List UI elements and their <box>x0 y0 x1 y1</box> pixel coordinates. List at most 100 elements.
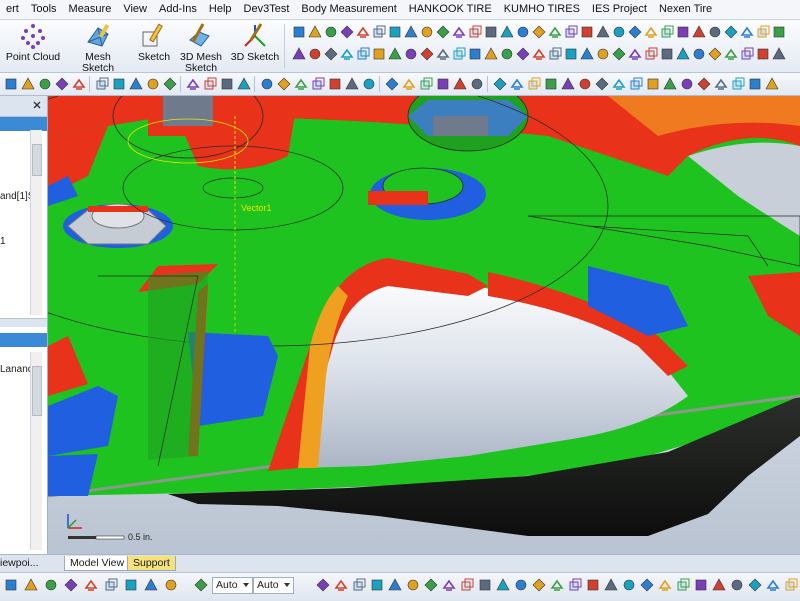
ribbon-tool-icon[interactable] <box>404 25 419 40</box>
status-tool-icon[interactable] <box>712 578 726 592</box>
viewpoint-tab[interactable]: iewpoi... <box>0 557 39 569</box>
ribbon-tool-icon[interactable] <box>372 25 387 40</box>
list-item-text[interactable]: Lanand <box>0 364 33 375</box>
view-tool-icon[interactable] <box>765 77 779 91</box>
ribbon-tool-icon[interactable] <box>292 25 307 40</box>
ribbon-tool-icon[interactable] <box>580 47 595 62</box>
view-tool-icon[interactable] <box>402 77 416 91</box>
ribbon-tool-icon[interactable] <box>772 25 787 40</box>
view-tool-icon[interactable] <box>527 77 541 91</box>
ribbon-tool-icon[interactable] <box>628 47 643 62</box>
ribbon-tool-icon[interactable] <box>516 25 531 40</box>
view-tool-icon[interactable] <box>311 77 325 91</box>
ribbon-tool-icon[interactable] <box>532 47 547 62</box>
ribbon-tool-icon[interactable] <box>548 47 563 62</box>
unit-select-2[interactable]: Auto <box>253 577 294 594</box>
ribbon-tool-icon[interactable] <box>756 47 771 62</box>
selected-tree-row[interactable] <box>0 117 47 131</box>
ribbon-tool-icon[interactable] <box>484 25 499 40</box>
ribbon-tool-icon[interactable] <box>308 25 323 40</box>
status-tool-icon[interactable] <box>194 578 208 592</box>
menu-item[interactable]: IES Project <box>586 0 653 19</box>
selected-list-row[interactable] <box>0 333 47 347</box>
view-tool-icon[interactable] <box>362 77 376 91</box>
menu-item[interactable]: Body Measurement <box>295 0 402 19</box>
menu-item[interactable]: ert <box>0 0 25 19</box>
status-tool-icon[interactable] <box>586 578 600 592</box>
status-tool-icon[interactable] <box>550 578 564 592</box>
ribbon-tool-icon[interactable] <box>660 25 675 40</box>
status-tool-icon[interactable] <box>658 578 672 592</box>
view-tool-icon[interactable] <box>544 77 558 91</box>
view-tool-icon[interactable] <box>55 77 69 91</box>
menu-item[interactable]: Measure <box>63 0 118 19</box>
ribbon-tool-icon[interactable] <box>404 47 419 62</box>
view-tool-icon[interactable] <box>129 77 143 91</box>
menu-item[interactable]: Dev3Test <box>238 0 296 19</box>
tree-item-text-2[interactable]: 1 <box>0 236 6 247</box>
status-tool-icon[interactable] <box>676 578 690 592</box>
status-tool-icon[interactable] <box>44 578 58 592</box>
menu-item[interactable]: HANKOOK TIRE <box>403 0 498 19</box>
tree-scrollbar[interactable] <box>30 130 42 315</box>
view-tool-icon[interactable] <box>510 77 524 91</box>
ribbon-tool-icon[interactable] <box>644 25 659 40</box>
point-cloud-button[interactable]: Point Cloud <box>4 22 62 63</box>
view-tool-icon[interactable] <box>714 77 728 91</box>
ribbon-tool-icon[interactable] <box>740 25 755 40</box>
status-tool-icon[interactable] <box>64 578 78 592</box>
view-tool-icon[interactable] <box>260 77 274 91</box>
ribbon-tool-icon[interactable] <box>340 47 355 62</box>
status-tool-icon[interactable] <box>84 578 98 592</box>
view-tool-icon[interactable] <box>203 77 217 91</box>
ribbon-tool-icon[interactable] <box>612 47 627 62</box>
ribbon-tool-icon[interactable] <box>436 47 451 62</box>
list-scrollbar-thumb[interactable] <box>32 366 42 416</box>
view-tool-icon[interactable] <box>277 77 291 91</box>
sketch-button[interactable]: Sketch <box>134 22 174 63</box>
status-tool-icon[interactable] <box>694 578 708 592</box>
ribbon-tool-icon[interactable] <box>596 25 611 40</box>
view-tool-icon[interactable] <box>493 77 507 91</box>
menu-item[interactable]: View <box>117 0 153 19</box>
ribbon-tool-icon[interactable] <box>660 47 675 62</box>
status-tool-icon[interactable] <box>766 578 780 592</box>
ribbon-tool-icon[interactable] <box>772 47 787 62</box>
ribbon-tool-icon[interactable] <box>564 25 579 40</box>
status-tool-icon[interactable] <box>124 578 138 592</box>
mesh-sketch-button[interactable]: Mesh Sketch <box>68 22 128 74</box>
view-tool-icon[interactable] <box>237 77 251 91</box>
status-tool-icon[interactable] <box>442 578 456 592</box>
status-tool-icon[interactable] <box>144 578 158 592</box>
view-tool-icon[interactable] <box>748 77 762 91</box>
3d-sketch-button[interactable]: 3D Sketch <box>230 22 280 63</box>
view-tool-icon[interactable] <box>72 77 86 91</box>
ribbon-tool-icon[interactable] <box>580 25 595 40</box>
status-tool-icon[interactable] <box>388 578 402 592</box>
tree-scrollbar-thumb[interactable] <box>32 144 42 176</box>
view-tool-icon[interactable] <box>419 77 433 91</box>
status-tool-icon[interactable] <box>478 578 492 592</box>
ribbon-tool-icon[interactable] <box>452 47 467 62</box>
status-tool-icon[interactable] <box>784 578 798 592</box>
status-tool-icon[interactable] <box>532 578 546 592</box>
menu-item[interactable]: KUMHO TIRES <box>498 0 586 19</box>
ribbon-tool-icon[interactable] <box>388 47 403 62</box>
status-tool-icon[interactable] <box>352 578 366 592</box>
view-tool-icon[interactable] <box>697 77 711 91</box>
status-tool-icon[interactable] <box>622 578 636 592</box>
view-tool-icon[interactable] <box>646 77 660 91</box>
ribbon-tool-icon[interactable] <box>356 47 371 62</box>
ribbon-tool-icon[interactable] <box>708 25 723 40</box>
ribbon-tool-icon[interactable] <box>468 25 483 40</box>
ribbon-tool-icon[interactable] <box>740 47 755 62</box>
ribbon-tool-icon[interactable] <box>676 47 691 62</box>
ribbon-tool-icon[interactable] <box>420 25 435 40</box>
ribbon-tool-icon[interactable] <box>676 25 691 40</box>
view-tool-icon[interactable] <box>612 77 626 91</box>
menu-item[interactable]: Tools <box>25 0 63 19</box>
status-tool-icon[interactable] <box>496 578 510 592</box>
view-tool-icon[interactable] <box>4 77 18 91</box>
view-tool-icon[interactable] <box>731 77 745 91</box>
view-tool-icon[interactable] <box>220 77 234 91</box>
